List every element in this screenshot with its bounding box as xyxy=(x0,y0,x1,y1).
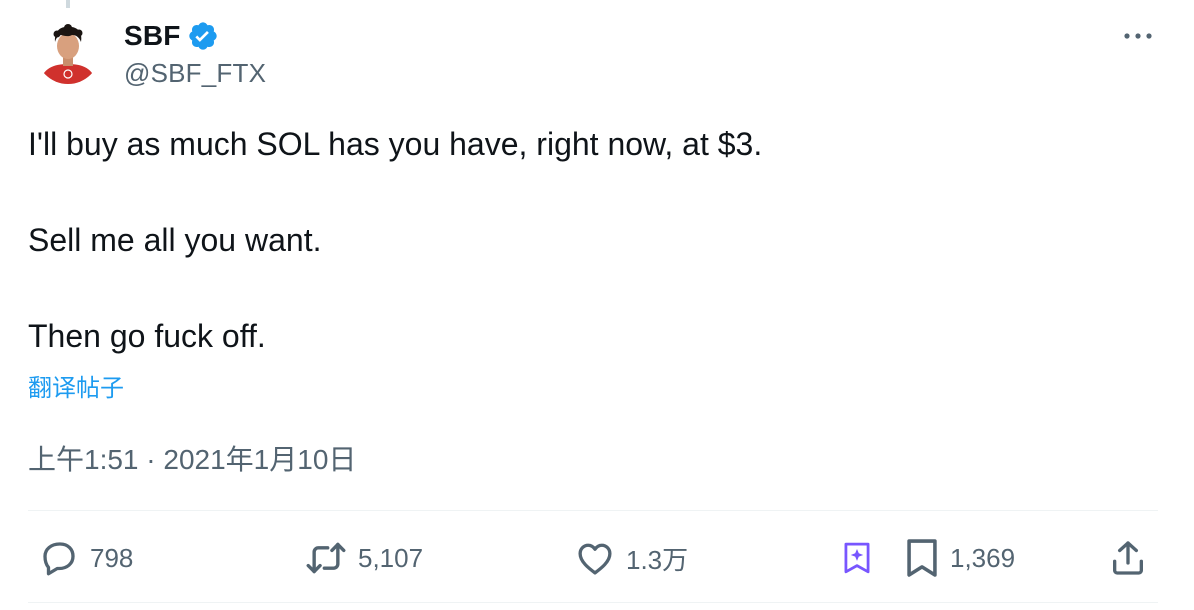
more-options-button[interactable] xyxy=(1118,22,1158,50)
reply-count: 798 xyxy=(90,542,134,573)
translate-post-link[interactable]: 翻译帖子 xyxy=(28,368,124,403)
like-button[interactable]: 1.3万 xyxy=(574,530,688,586)
share-button[interactable] xyxy=(1108,530,1148,586)
avatar[interactable] xyxy=(36,20,100,84)
author-header: SBF @SBF_FTX xyxy=(124,18,266,89)
tweet-text: I'll buy as much SOL has you have, right… xyxy=(28,126,763,354)
thread-connector-line xyxy=(66,0,70,8)
retweet-icon xyxy=(306,542,346,574)
author-handle[interactable]: @SBF_FTX xyxy=(124,58,266,89)
bookmark-button[interactable]: 1,369 xyxy=(904,530,1015,586)
more-dots-icon xyxy=(1124,33,1152,39)
bookmark-count: 1,369 xyxy=(950,542,1016,573)
reply-icon xyxy=(43,542,75,576)
retweet-button[interactable]: 5,107 xyxy=(304,530,423,586)
tweet-actions-bar: 798 5,107 1.3万 1,369 xyxy=(28,530,1158,586)
tweet-timestamp[interactable]: 上午1:51 · 2021年1月10日 xyxy=(28,438,356,478)
share-icon xyxy=(1113,541,1143,575)
verified-badge-icon[interactable] xyxy=(187,20,219,52)
avatar-image xyxy=(36,20,100,84)
retweet-count: 5,107 xyxy=(358,542,424,573)
divider-top xyxy=(28,510,1158,511)
reply-button[interactable]: 798 xyxy=(38,530,133,586)
author-display-name[interactable]: SBF xyxy=(124,20,181,52)
bookmark-icon xyxy=(907,539,937,577)
grok-icon xyxy=(844,542,870,574)
grok-button[interactable] xyxy=(840,530,874,586)
heart-icon xyxy=(578,543,612,575)
like-count: 1.3万 xyxy=(626,544,689,575)
divider-bottom xyxy=(28,602,1158,603)
